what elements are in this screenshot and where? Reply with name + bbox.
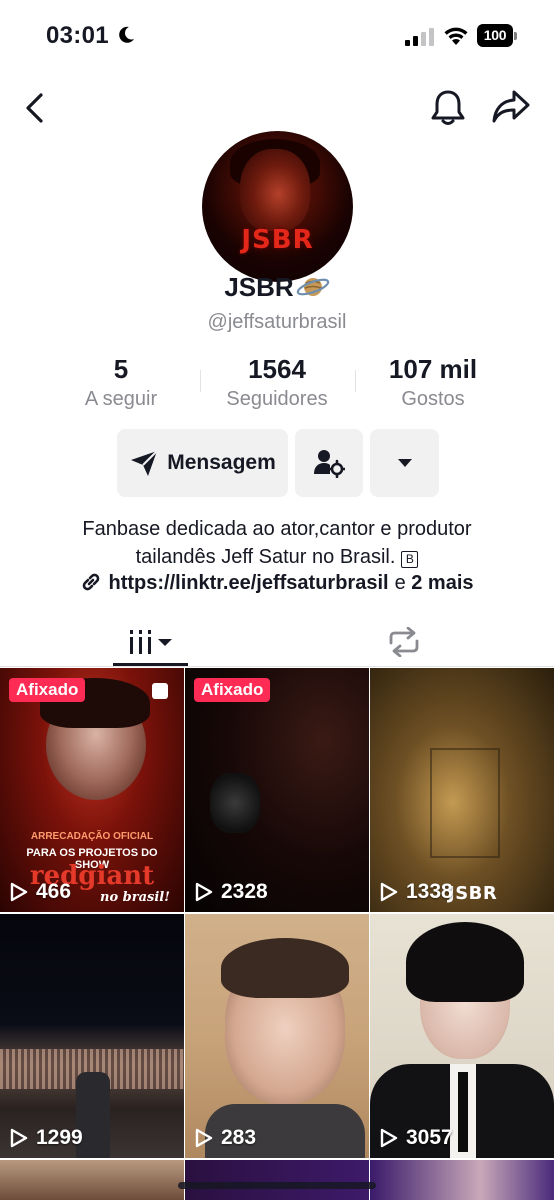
cellular-signal-icon [405, 28, 434, 46]
bio-link[interactable]: https://linktr.ee/jeffsaturbrasil [108, 572, 388, 594]
user-settings-icon [314, 450, 345, 478]
video-overlay-top: ARRECADAÇÃO OFICIAL [30, 831, 154, 842]
bell-icon[interactable] [430, 88, 466, 126]
send-icon [131, 450, 158, 476]
avatar-logo-text: JSBR [241, 225, 314, 255]
repost-icon [389, 627, 419, 657]
view-count: 3057 [380, 1126, 453, 1150]
bio-more-links[interactable]: e 2 mais [395, 572, 474, 594]
status-time: 03:01 [46, 22, 109, 49]
video-tile[interactable] [185, 1160, 369, 1200]
battery-indicator: 100 [477, 24, 517, 47]
view-count: 1299 [10, 1126, 83, 1150]
view-count-value: 2328 [221, 880, 268, 903]
pinned-badge: Afixado [9, 678, 86, 702]
stat-followers[interactable]: 1564 Seguidores [212, 354, 342, 411]
stat-divider [200, 370, 201, 392]
view-count: 2328 [195, 880, 268, 904]
status-bar: 03:01 100 [0, 0, 554, 70]
tabs-divider [0, 666, 554, 667]
stat-likes-value: 107 mil [388, 354, 478, 384]
video-thumbnail-scaffold [430, 748, 500, 858]
view-count-value: 283 [221, 1126, 257, 1149]
stat-following-value: 5 [113, 354, 129, 384]
username: @jeffsaturbrasil [207, 311, 347, 333]
bio-line-2: tailandês Jeff Satur no Brasil. B [0, 543, 554, 571]
play-icon [10, 1128, 28, 1148]
chevron-left-icon[interactable] [22, 92, 48, 124]
video-overlay-sub: no brasil! [100, 890, 170, 905]
video-tile[interactable] [370, 1160, 554, 1200]
moon-icon [119, 26, 134, 43]
bio-link-row[interactable]: https://linktr.ee/jeffsaturbrasil e 2 mai… [0, 572, 554, 595]
display-name-text: JSBR [224, 272, 294, 302]
play-icon [380, 1128, 398, 1148]
battery-tip [514, 32, 517, 40]
bio-line-2-text: tailandês Jeff Satur no Brasil. [135, 546, 396, 568]
stat-following[interactable]: 5 A seguir [62, 354, 180, 411]
wifi-icon [444, 27, 468, 45]
play-icon [10, 882, 28, 902]
link-icon [83, 573, 100, 591]
multi-photo-icon [152, 683, 168, 699]
video-tile[interactable]: Afixado 2328 [185, 668, 369, 912]
bio-more-prefix: e [394, 572, 406, 594]
video-thumbnail-hair [406, 922, 524, 1002]
video-tile[interactable]: JSBR 1338 [370, 668, 554, 912]
video-tile[interactable] [0, 1160, 184, 1200]
video-tile[interactable]: 1299 [0, 914, 184, 1158]
friend-settings-button[interactable] [295, 429, 363, 497]
share-arrow-icon[interactable] [490, 88, 532, 126]
avatar-face [240, 149, 310, 231]
video-grid-icon [129, 630, 172, 654]
stat-followers-value: 1564 [248, 354, 306, 384]
stat-likes[interactable]: 107 mil Gostos [372, 354, 494, 411]
bio-more-count: 2 mais [411, 572, 474, 594]
caret-down-icon [397, 459, 412, 467]
stat-likes-label: Gostos [401, 388, 465, 410]
home-indicator[interactable] [178, 1182, 376, 1189]
tab-videos[interactable] [113, 616, 188, 668]
view-count-value: 3057 [406, 1126, 453, 1149]
message-button[interactable]: Mensagem [117, 429, 288, 497]
display-name: JSBR [0, 272, 554, 303]
video-tile[interactable]: 283 [185, 914, 369, 1158]
play-icon [195, 1128, 213, 1148]
video-thumbnail-tie [458, 1072, 468, 1152]
bio: Fanbase dedicada ao ator,cantor e produt… [0, 515, 554, 571]
stat-following-label: A seguir [84, 388, 158, 410]
avatar[interactable]: JSBR [202, 131, 353, 282]
view-count-value: 1299 [36, 1126, 83, 1149]
message-button-label: Mensagem [167, 451, 276, 474]
bio-line-1: Fanbase dedicada ao ator,cantor e produt… [82, 518, 472, 540]
ringed-planet-icon [296, 278, 329, 296]
view-count: 466 [10, 880, 71, 904]
view-count: 283 [195, 1126, 256, 1150]
battery-level: 100 [477, 24, 513, 47]
play-icon [195, 882, 213, 902]
stat-divider [355, 370, 356, 392]
video-tile[interactable]: Afixado ARRECADAÇÃO OFICIAL PARA OS PROJ… [0, 668, 184, 912]
view-count-value: 466 [36, 880, 72, 903]
video-thumbnail-hair [221, 938, 349, 998]
more-options-button[interactable] [370, 429, 439, 497]
tab-reposts[interactable] [370, 616, 438, 668]
video-watermark: JSBR [448, 883, 498, 904]
view-count-value: 1338 [406, 880, 453, 903]
video-tile[interactable]: 3057 [370, 914, 554, 1158]
video-thumbnail-object [210, 773, 260, 833]
view-count: 1338 [380, 880, 453, 904]
pinned-badge: Afixado [194, 678, 271, 702]
bio-badge: B [401, 551, 419, 568]
play-icon [380, 882, 398, 902]
stat-followers-label: Seguidores [226, 388, 328, 410]
